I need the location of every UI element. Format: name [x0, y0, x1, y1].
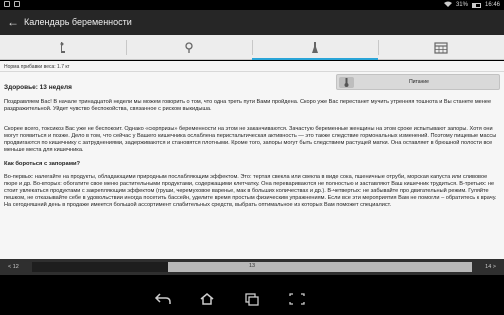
- paragraph-intro: Поздравляем Вас! В начале тринадцатой не…: [4, 99, 492, 112]
- battery-percent: 31%: [455, 2, 468, 8]
- current-week-number: 13: [248, 263, 256, 269]
- fight-constipation-title: Как бороться с запорами?: [4, 161, 81, 167]
- tab-health[interactable]: [252, 35, 378, 60]
- clock: 16:46: [484, 2, 500, 8]
- battery-icon: [471, 2, 481, 8]
- tab-calendar[interactable]: [378, 35, 504, 60]
- calendar-icon: [434, 42, 448, 54]
- action-bar: ← Календарь беременности: [0, 10, 504, 35]
- fetus-icon: [60, 42, 65, 53]
- nutrition-button-label: Питание: [409, 79, 429, 85]
- previous-week-button[interactable]: < 12: [4, 261, 30, 273]
- wifi-icon: [443, 1, 452, 9]
- recent-apps-icon[interactable]: [243, 292, 261, 306]
- nutrition-button[interactable]: Питание: [336, 74, 500, 90]
- paragraph-advice: Во-первых: налегайте на продукты, облада…: [4, 174, 497, 208]
- image-icon: [14, 1, 20, 7]
- weight-norm: Норма прибавки веса: 1.7 кг: [4, 64, 70, 70]
- screenshot-icon[interactable]: [288, 292, 306, 306]
- system-icons: 31% 16:46: [443, 1, 500, 9]
- app-title: Календарь беременности: [24, 17, 132, 27]
- status-bar: 31% 16:46: [0, 0, 504, 10]
- week-navigation: < 12 13 14 >: [0, 259, 504, 275]
- content-area[interactable]: Норма прибавки веса: 1.7 кг Питание Здор…: [0, 61, 504, 259]
- embryo-icon: [185, 42, 193, 53]
- notification-icons: [4, 1, 20, 7]
- back-arrow-icon[interactable]: ←: [7, 16, 19, 28]
- notification-icon: [4, 1, 10, 7]
- week-slider[interactable]: 13: [32, 262, 472, 272]
- system-nav-bar: [0, 275, 504, 315]
- home-icon[interactable]: [198, 292, 216, 306]
- tab-bar: [0, 35, 504, 60]
- tab-fetus[interactable]: [0, 35, 126, 60]
- divider: [0, 71, 504, 72]
- health-title: Здоровье: 13 неделя: [4, 84, 72, 91]
- flask-icon: [312, 42, 318, 53]
- back-icon[interactable]: [154, 292, 172, 306]
- tab-embryo[interactable]: [126, 35, 252, 60]
- paragraph-constipation: Скорее всего, токсикоз Вас уже не беспок…: [4, 126, 497, 153]
- next-week-button[interactable]: 14 >: [474, 261, 500, 273]
